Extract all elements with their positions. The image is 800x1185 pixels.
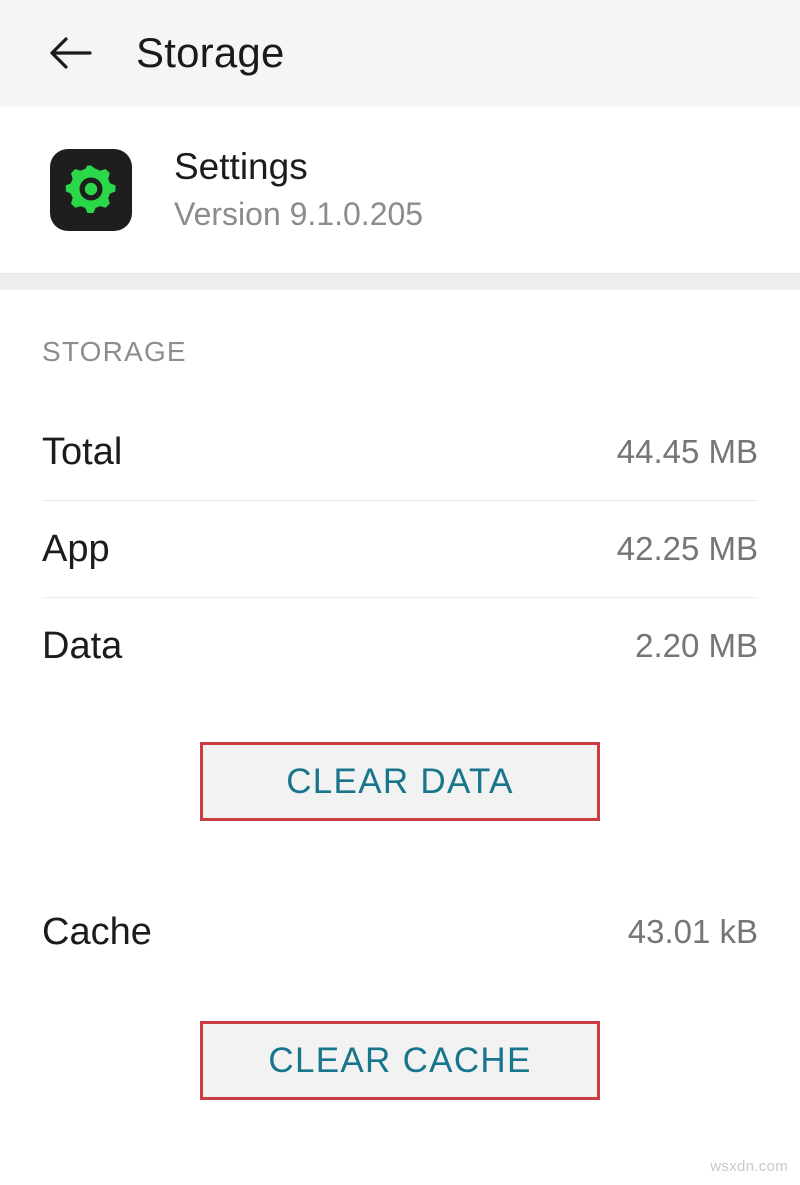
row-value-cache: 43.01 kB xyxy=(627,913,758,950)
back-arrow-icon[interactable] xyxy=(44,27,96,79)
row-label-cache: Cache xyxy=(42,910,152,953)
page-title: Storage xyxy=(136,28,285,76)
table-row: Data 2.20 MB xyxy=(0,598,800,694)
app-name: Settings xyxy=(174,145,308,187)
app-info-block: Settings Version 9.1.0.205 xyxy=(0,106,800,273)
table-row: Total 44.45 MB xyxy=(0,404,800,500)
row-label-data: Data xyxy=(42,624,123,667)
watermark: wsxdn.com xyxy=(710,1158,788,1175)
clear-data-button-label: CLEAR DATA xyxy=(286,761,514,801)
row-value-data: 2.20 MB xyxy=(635,627,758,664)
clear-data-button-wrap: CLEAR DATA xyxy=(0,742,800,821)
row-label-app: App xyxy=(42,527,110,570)
row-label-total: Total xyxy=(42,430,123,473)
clear-cache-button-label: CLEAR CACHE xyxy=(268,1040,532,1080)
row-value-app: 42.25 MB xyxy=(616,530,758,567)
app-text-block: Settings Version 9.1.0.205 xyxy=(174,146,423,234)
section-separator-band xyxy=(0,273,800,290)
clear-cache-button-wrap: CLEAR CACHE xyxy=(0,1021,800,1100)
clear-data-button[interactable]: CLEAR DATA xyxy=(200,742,600,821)
settings-gear-icon xyxy=(50,148,132,231)
storage-rows: Total 44.45 MB App 42.25 MB Data 2.20 MB… xyxy=(0,404,800,1100)
storage-section: STORAGE Total 44.45 MB App 42.25 MB Data… xyxy=(0,290,800,1100)
table-row: Cache 43.01 kB xyxy=(0,884,800,980)
clear-cache-button[interactable]: CLEAR CACHE xyxy=(200,1021,600,1100)
table-row: App 42.25 MB xyxy=(0,501,800,597)
app-version: Version 9.1.0.205 xyxy=(174,196,424,233)
storage-section-header: STORAGE xyxy=(42,336,187,367)
row-value-total: 44.45 MB xyxy=(616,433,758,470)
app-bar: Storage xyxy=(0,0,800,106)
